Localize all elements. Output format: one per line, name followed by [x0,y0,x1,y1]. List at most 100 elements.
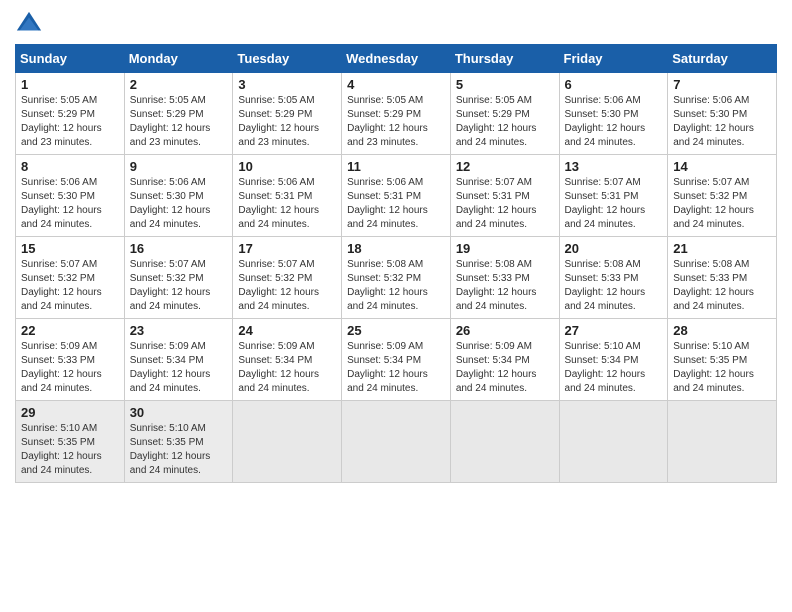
day-number: 10 [238,159,336,174]
day-info: Sunrise: 5:08 AMSunset: 5:32 PMDaylight:… [347,259,428,312]
day-info: Sunrise: 5:07 AMSunset: 5:31 PMDaylight:… [565,177,646,230]
day-number: 30 [130,405,228,420]
day-info: Sunrise: 5:10 AMSunset: 5:35 PMDaylight:… [21,423,102,476]
day-info: Sunrise: 5:10 AMSunset: 5:35 PMDaylight:… [673,341,754,394]
calendar-cell: 24 Sunrise: 5:09 AMSunset: 5:34 PMDaylig… [233,319,342,401]
calendar-cell: 5 Sunrise: 5:05 AMSunset: 5:29 PMDayligh… [450,73,559,155]
day-info: Sunrise: 5:09 AMSunset: 5:33 PMDaylight:… [21,341,102,394]
calendar-cell [559,401,668,483]
day-info: Sunrise: 5:09 AMSunset: 5:34 PMDaylight:… [130,341,211,394]
day-number: 15 [21,241,119,256]
day-info: Sunrise: 5:05 AMSunset: 5:29 PMDaylight:… [21,95,102,148]
week-row-4: 22 Sunrise: 5:09 AMSunset: 5:33 PMDaylig… [16,319,777,401]
day-number: 16 [130,241,228,256]
day-header-sunday: Sunday [16,45,125,73]
day-number: 28 [673,323,771,338]
day-info: Sunrise: 5:07 AMSunset: 5:31 PMDaylight:… [456,177,537,230]
day-info: Sunrise: 5:08 AMSunset: 5:33 PMDaylight:… [673,259,754,312]
day-info: Sunrise: 5:06 AMSunset: 5:30 PMDaylight:… [673,95,754,148]
calendar-cell: 28 Sunrise: 5:10 AMSunset: 5:35 PMDaylig… [668,319,777,401]
day-info: Sunrise: 5:07 AMSunset: 5:32 PMDaylight:… [21,259,102,312]
day-number: 29 [21,405,119,420]
calendar-cell: 29 Sunrise: 5:10 AMSunset: 5:35 PMDaylig… [16,401,125,483]
day-number: 26 [456,323,554,338]
day-number: 8 [21,159,119,174]
calendar-cell: 10 Sunrise: 5:06 AMSunset: 5:31 PMDaylig… [233,155,342,237]
day-info: Sunrise: 5:06 AMSunset: 5:31 PMDaylight:… [347,177,428,230]
calendar-cell: 21 Sunrise: 5:08 AMSunset: 5:33 PMDaylig… [668,237,777,319]
day-number: 14 [673,159,771,174]
day-header-wednesday: Wednesday [342,45,451,73]
day-info: Sunrise: 5:07 AMSunset: 5:32 PMDaylight:… [130,259,211,312]
week-row-5: 29 Sunrise: 5:10 AMSunset: 5:35 PMDaylig… [16,401,777,483]
calendar-cell: 30 Sunrise: 5:10 AMSunset: 5:35 PMDaylig… [124,401,233,483]
day-number: 1 [21,77,119,92]
calendar-cell: 25 Sunrise: 5:09 AMSunset: 5:34 PMDaylig… [342,319,451,401]
day-number: 22 [21,323,119,338]
calendar-cell [233,401,342,483]
day-number: 11 [347,159,445,174]
day-header-saturday: Saturday [668,45,777,73]
day-number: 18 [347,241,445,256]
days-header-row: SundayMondayTuesdayWednesdayThursdayFrid… [16,45,777,73]
logo-icon [15,10,43,38]
day-info: Sunrise: 5:09 AMSunset: 5:34 PMDaylight:… [347,341,428,394]
day-number: 25 [347,323,445,338]
calendar-cell: 16 Sunrise: 5:07 AMSunset: 5:32 PMDaylig… [124,237,233,319]
calendar-cell: 17 Sunrise: 5:07 AMSunset: 5:32 PMDaylig… [233,237,342,319]
calendar-cell: 8 Sunrise: 5:06 AMSunset: 5:30 PMDayligh… [16,155,125,237]
day-number: 7 [673,77,771,92]
day-info: Sunrise: 5:06 AMSunset: 5:30 PMDaylight:… [21,177,102,230]
day-number: 13 [565,159,663,174]
day-number: 3 [238,77,336,92]
day-number: 23 [130,323,228,338]
day-number: 4 [347,77,445,92]
calendar-cell: 7 Sunrise: 5:06 AMSunset: 5:30 PMDayligh… [668,73,777,155]
day-number: 20 [565,241,663,256]
day-info: Sunrise: 5:06 AMSunset: 5:31 PMDaylight:… [238,177,319,230]
calendar-cell: 11 Sunrise: 5:06 AMSunset: 5:31 PMDaylig… [342,155,451,237]
calendar-cell: 23 Sunrise: 5:09 AMSunset: 5:34 PMDaylig… [124,319,233,401]
calendar-cell: 26 Sunrise: 5:09 AMSunset: 5:34 PMDaylig… [450,319,559,401]
day-header-friday: Friday [559,45,668,73]
calendar-cell: 22 Sunrise: 5:09 AMSunset: 5:33 PMDaylig… [16,319,125,401]
day-info: Sunrise: 5:07 AMSunset: 5:32 PMDaylight:… [238,259,319,312]
day-number: 21 [673,241,771,256]
calendar-cell: 18 Sunrise: 5:08 AMSunset: 5:32 PMDaylig… [342,237,451,319]
calendar-cell [668,401,777,483]
calendar-cell: 19 Sunrise: 5:08 AMSunset: 5:33 PMDaylig… [450,237,559,319]
day-info: Sunrise: 5:08 AMSunset: 5:33 PMDaylight:… [565,259,646,312]
day-number: 19 [456,241,554,256]
calendar-cell: 12 Sunrise: 5:07 AMSunset: 5:31 PMDaylig… [450,155,559,237]
day-number: 2 [130,77,228,92]
calendar-cell: 14 Sunrise: 5:07 AMSunset: 5:32 PMDaylig… [668,155,777,237]
day-number: 27 [565,323,663,338]
calendar-cell: 6 Sunrise: 5:06 AMSunset: 5:30 PMDayligh… [559,73,668,155]
calendar-cell: 1 Sunrise: 5:05 AMSunset: 5:29 PMDayligh… [16,73,125,155]
day-info: Sunrise: 5:10 AMSunset: 5:35 PMDaylight:… [130,423,211,476]
day-header-tuesday: Tuesday [233,45,342,73]
calendar-cell: 20 Sunrise: 5:08 AMSunset: 5:33 PMDaylig… [559,237,668,319]
logo [15,10,47,38]
day-info: Sunrise: 5:05 AMSunset: 5:29 PMDaylight:… [130,95,211,148]
day-number: 17 [238,241,336,256]
week-row-3: 15 Sunrise: 5:07 AMSunset: 5:32 PMDaylig… [16,237,777,319]
calendar-cell [342,401,451,483]
day-info: Sunrise: 5:08 AMSunset: 5:33 PMDaylight:… [456,259,537,312]
day-info: Sunrise: 5:05 AMSunset: 5:29 PMDaylight:… [456,95,537,148]
header [15,10,777,38]
day-header-monday: Monday [124,45,233,73]
calendar-cell: 9 Sunrise: 5:06 AMSunset: 5:30 PMDayligh… [124,155,233,237]
calendar-cell: 4 Sunrise: 5:05 AMSunset: 5:29 PMDayligh… [342,73,451,155]
day-info: Sunrise: 5:06 AMSunset: 5:30 PMDaylight:… [130,177,211,230]
day-info: Sunrise: 5:09 AMSunset: 5:34 PMDaylight:… [456,341,537,394]
week-row-1: 1 Sunrise: 5:05 AMSunset: 5:29 PMDayligh… [16,73,777,155]
day-number: 12 [456,159,554,174]
day-number: 6 [565,77,663,92]
day-info: Sunrise: 5:06 AMSunset: 5:30 PMDaylight:… [565,95,646,148]
day-header-thursday: Thursday [450,45,559,73]
day-info: Sunrise: 5:10 AMSunset: 5:34 PMDaylight:… [565,341,646,394]
day-info: Sunrise: 5:05 AMSunset: 5:29 PMDaylight:… [347,95,428,148]
calendar-cell: 13 Sunrise: 5:07 AMSunset: 5:31 PMDaylig… [559,155,668,237]
calendar-cell: 2 Sunrise: 5:05 AMSunset: 5:29 PMDayligh… [124,73,233,155]
